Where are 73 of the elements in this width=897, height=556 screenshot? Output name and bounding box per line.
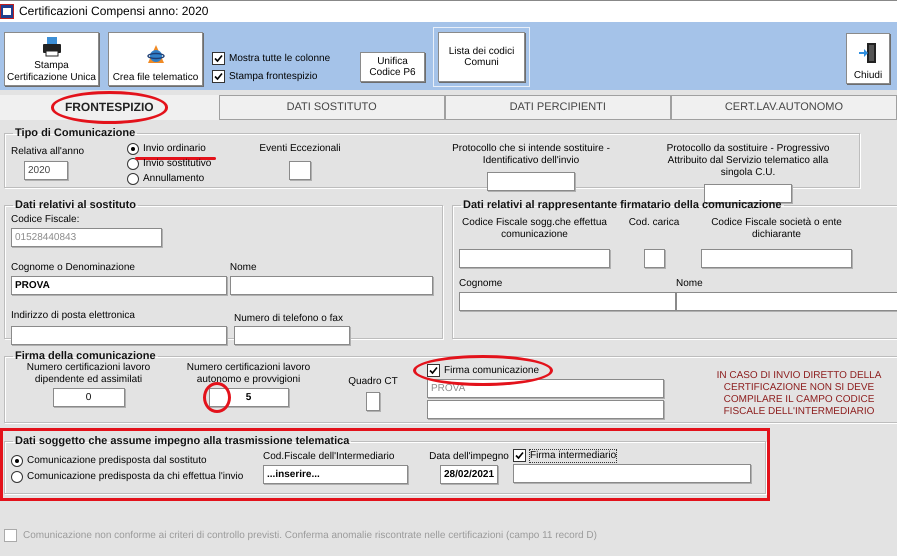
checkbox-label[interactable]: Firma comunicazione — [444, 364, 540, 376]
toolbar-button[interactable]: Crea file telematico — [108, 32, 203, 86]
field-label: Codice Fiscale sogg.che effettua comunicazione — [461, 217, 608, 242]
field-label: Cod.Fiscale dell'Intermediario — [263, 451, 396, 463]
field-label: Cognome — [459, 278, 504, 290]
input-field[interactable] — [701, 249, 852, 268]
input-field[interactable] — [513, 464, 751, 483]
input-field[interactable] — [644, 249, 664, 268]
checkbox[interactable] — [212, 52, 225, 65]
radio-button[interactable] — [127, 143, 139, 155]
input-field[interactable] — [289, 161, 311, 180]
input-field[interactable] — [11, 326, 227, 345]
group-title: Tipo di Comunicazione — [14, 128, 136, 139]
list-button[interactable]: Lista dei codici Comuni — [438, 32, 525, 82]
checkbox[interactable] — [427, 364, 440, 377]
field-label: Data dell'impegno — [429, 451, 509, 463]
unify-button[interactable]: Unifica Codice P6 — [360, 52, 425, 82]
radio-label[interactable]: Invio sostitutivo — [143, 158, 212, 170]
input-field[interactable] — [234, 326, 350, 345]
radio-button[interactable] — [127, 173, 139, 185]
group-title: Firma della comunicazione — [14, 351, 157, 362]
field-label: Indirizzo di posta elettronica — [11, 310, 136, 322]
checkbox-label[interactable]: Stampa frontespizio — [229, 70, 318, 82]
close-button[interactable]: Chiudi — [846, 33, 890, 84]
radio-button[interactable] — [127, 158, 139, 170]
input-field[interactable] — [366, 392, 380, 411]
toolbar-button[interactable]: Stampa Certificazione Unica — [4, 32, 99, 86]
tab[interactable]: CERT.LAV.AUTONOMO — [670, 95, 897, 120]
radio-label[interactable]: Comunicazione predisposta da chi effettua l'invio — [27, 471, 244, 483]
input-field[interactable]: PROVA — [11, 276, 227, 295]
warning-note: IN CASO DI INVIO DIRETTO DELLA CERTIFICAZIONE NON SI DEVE COMPILARE IL CAMPO CODICE FISCALE DELL'INTERMEDIARIO — [716, 370, 882, 418]
field-label: Quadro CT — [348, 376, 398, 388]
exit-door-icon — [858, 42, 878, 64]
field-label: Protocollo da sostituire - Progressivo Attribuito dal Servizio telematico alla singola C.U. — [666, 143, 830, 179]
window-title: Certificazioni Compensi anno: 2020 — [19, 4, 208, 19]
input-field[interactable] — [676, 292, 897, 311]
field-label: Relativa all'anno — [11, 146, 86, 158]
field-label: Numero di telefono o fax — [234, 313, 344, 325]
field-label: Codice Fiscale società o ente dichiarante — [710, 217, 843, 242]
group-title: Dati relativi al sostituto — [14, 200, 138, 211]
input-field[interactable] — [487, 172, 575, 191]
radio-button[interactable] — [11, 471, 23, 483]
input-field[interactable]: 0 — [52, 388, 124, 407]
field-label: Codice Fiscale: — [11, 214, 80, 226]
checkbox[interactable] — [212, 70, 225, 83]
checkbox-label[interactable]: Firma intermediario — [530, 450, 616, 462]
group-title: Dati soggetto che assume impegno alla trasmissione telematica — [14, 436, 350, 447]
field-label: Numero certificazioni lavoro autonomo e provvigioni — [186, 362, 312, 386]
radio-label[interactable]: Annullamento — [143, 173, 204, 185]
tab[interactable]: DATI SOSTITUTO — [218, 95, 445, 120]
field-label: Cognome o Denominazione — [11, 262, 136, 274]
radio-label[interactable]: Comunicazione predisposta dal sostituto — [27, 455, 207, 467]
input-field[interactable] — [427, 400, 664, 419]
radio-label[interactable]: Invio ordinario — [143, 143, 206, 155]
radio-button[interactable] — [11, 455, 23, 467]
printer-icon — [40, 36, 62, 58]
checkbox[interactable] — [513, 449, 526, 462]
input-field[interactable] — [459, 249, 610, 268]
input-field[interactable]: ...inserire... — [263, 465, 408, 484]
tab[interactable]: DATI PERCIPIENTI — [444, 95, 671, 120]
input-field[interactable] — [230, 276, 433, 295]
field-label: Protocollo che si intende sostituire - Identificativo dell'invio — [451, 143, 611, 167]
input-field[interactable]: 5 — [208, 388, 288, 407]
input-field[interactable] — [459, 292, 676, 311]
group-title: Dati relativi al rappresentante firmatario della comunicazione — [462, 200, 782, 211]
field-label: Cod. carica — [628, 217, 680, 230]
input-field[interactable]: 28/02/2021 — [440, 465, 498, 484]
checkbox-label[interactable]: Mostra tutte le colonne — [229, 52, 330, 64]
field-label: Eventi Eccezionali — [259, 143, 341, 155]
input-field[interactable]: 2020 — [24, 161, 68, 180]
field-label: Nome — [230, 262, 258, 274]
field-label: Nome — [676, 278, 704, 290]
field-label: Numero certificazioni lavoro dipendente ed assimilati — [26, 362, 152, 386]
